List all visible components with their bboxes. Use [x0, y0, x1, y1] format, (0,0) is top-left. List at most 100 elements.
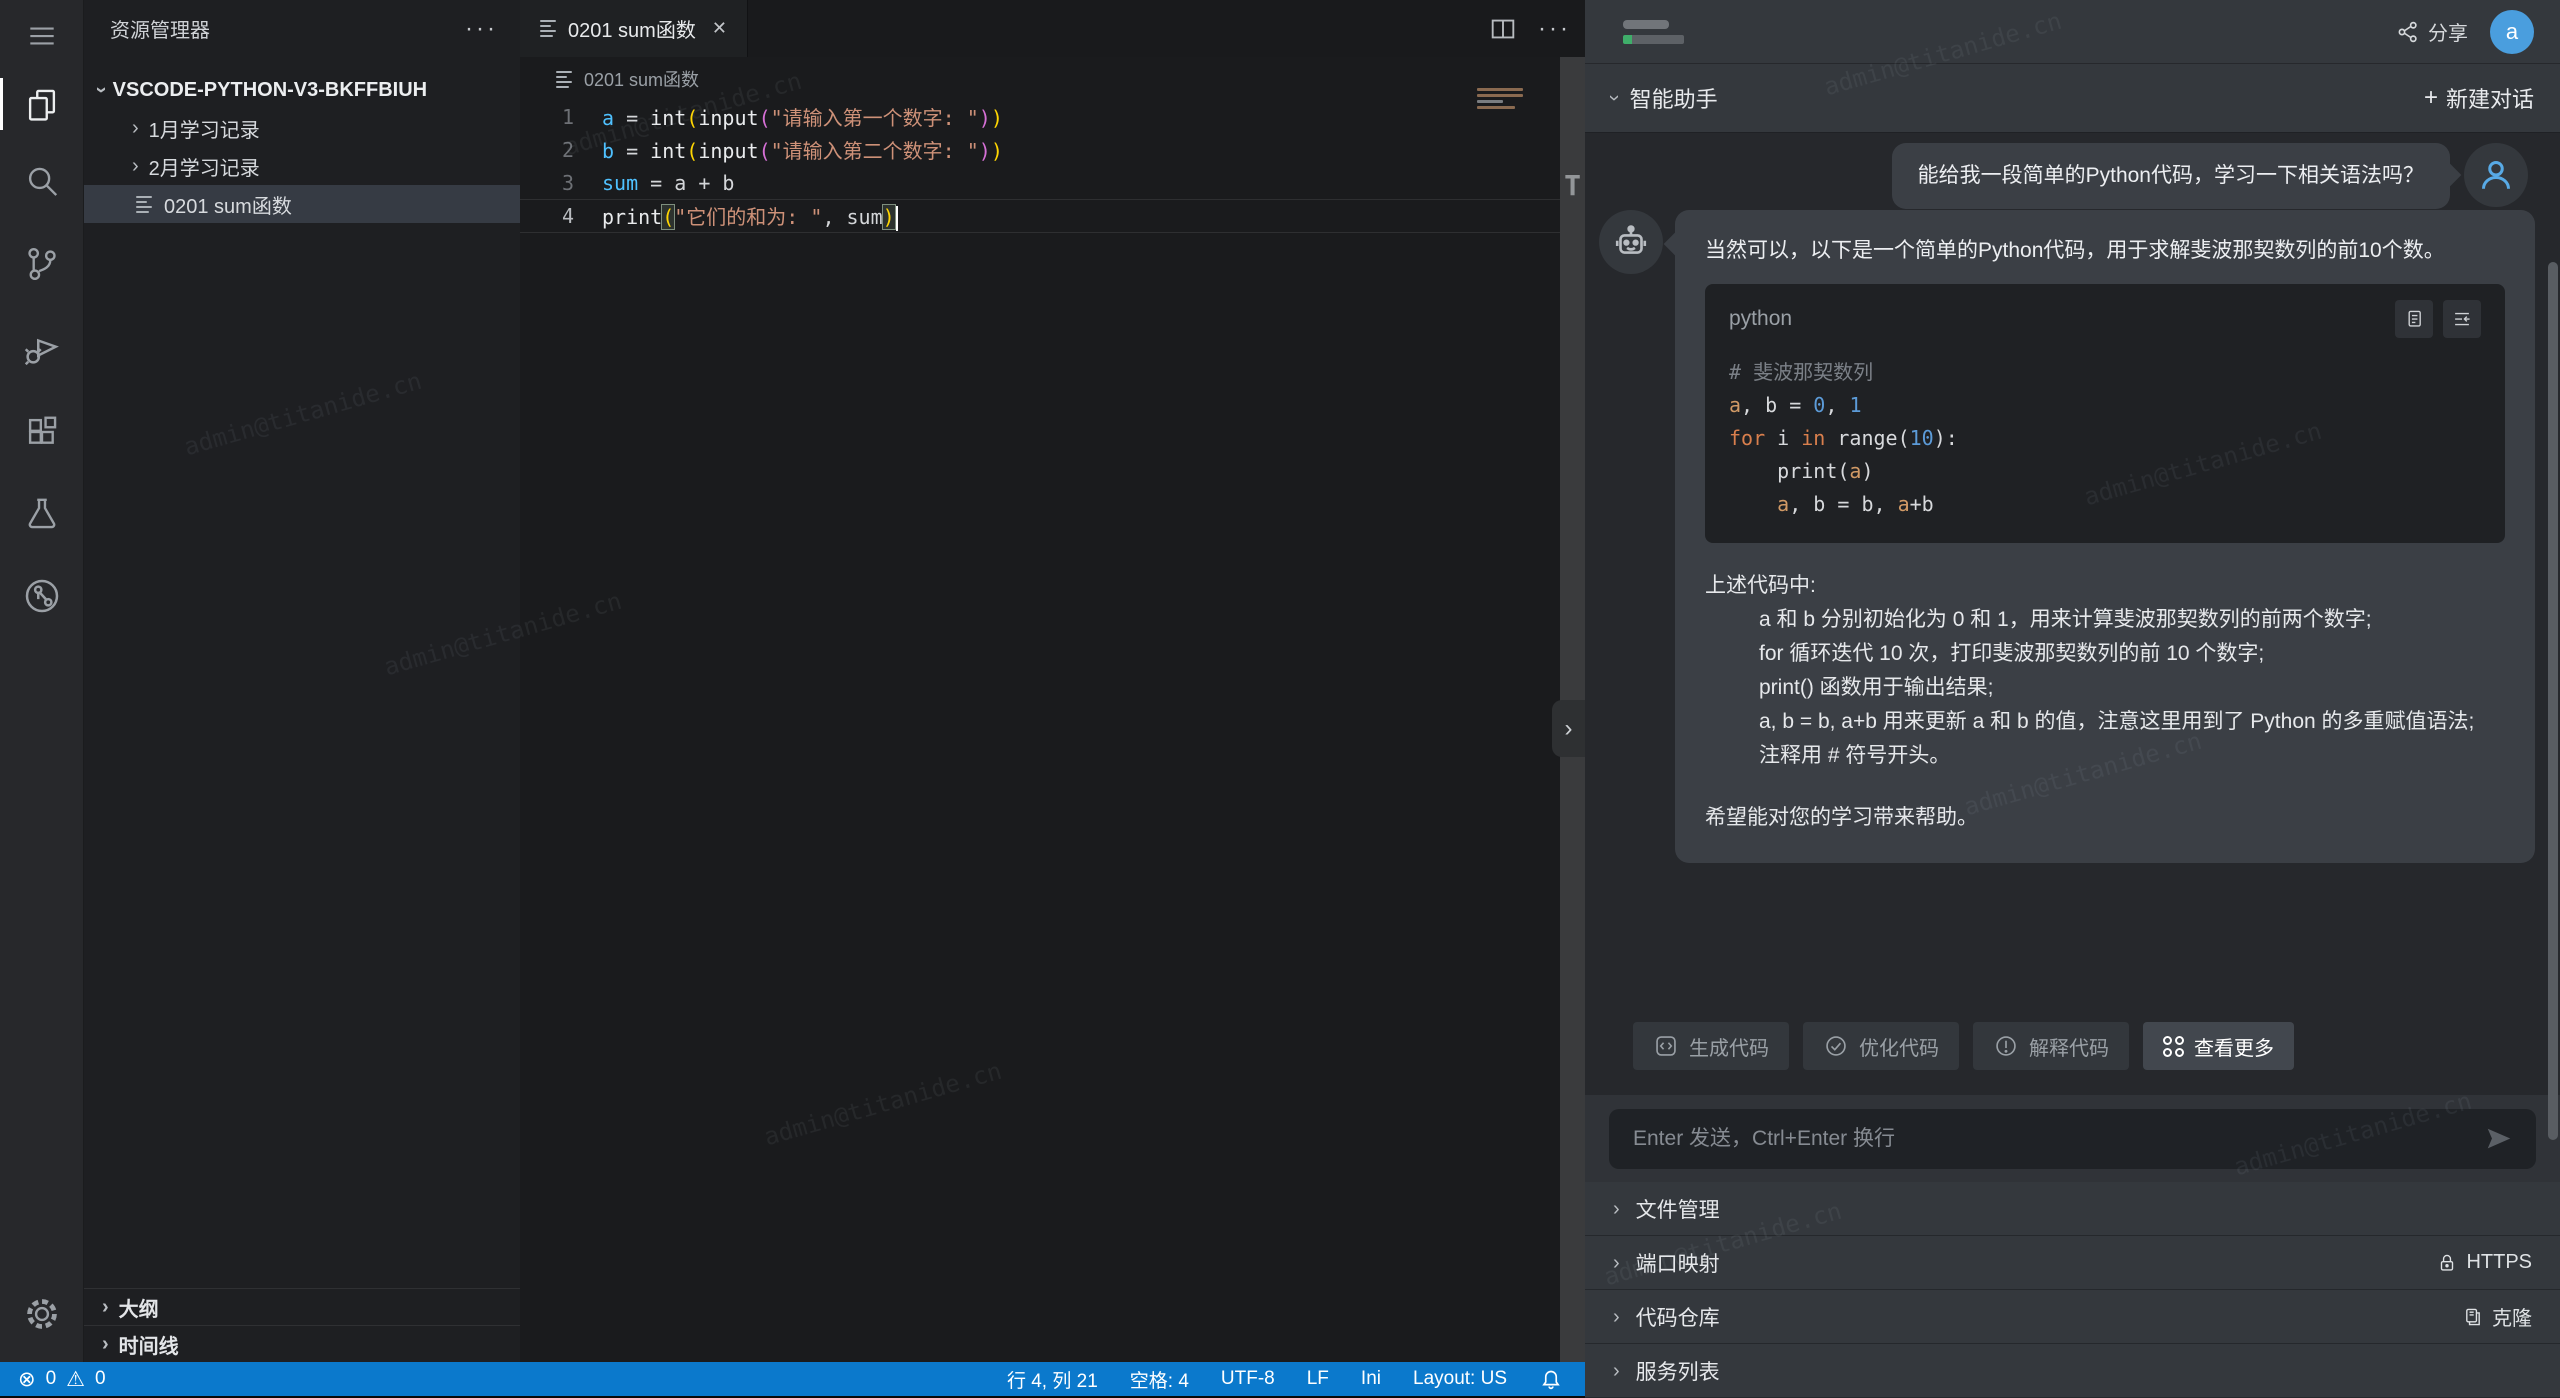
https-badge[interactable]: HTTPS — [2436, 1251, 2532, 1274]
chevron-right-icon: › — [102, 1334, 109, 1354]
explanation-item: for 循环迭代 10 次，打印斐波那契数列的前 10 个数字; — [1759, 637, 2505, 671]
send-icon[interactable] — [2484, 1124, 2514, 1154]
error-count: 0 — [46, 1368, 57, 1390]
bubble-tail — [2439, 164, 2462, 187]
code-editor[interactable]: 1 a = int(input("请输入第一个数字: ")) 2 b = int… — [520, 100, 1560, 232]
tab-bar: 0201 sum函数 ✕ ··· — [520, 0, 1585, 57]
outline-section[interactable]: › 大纲 — [84, 1288, 520, 1325]
share-button[interactable]: 分享 — [2396, 17, 2468, 46]
tree-root-folder[interactable]: › VSCODE-PYTHON-V3-BKFFBIUH — [84, 71, 520, 109]
gear-icon — [23, 1295, 61, 1333]
folder-label: 2月学习记录 — [149, 152, 260, 181]
user-avatar[interactable]: a — [2490, 10, 2534, 54]
file-label: 0201 sum函数 — [164, 190, 292, 219]
ide-window: 资源管理器 ··· › VSCODE-PYTHON-V3-BKFFBIUH › … — [0, 0, 2560, 1398]
view-more-button[interactable]: 查看更多 — [2143, 1022, 2294, 1070]
section-port-mapping[interactable]: › 端口映射 HTTPS — [1585, 1236, 2560, 1290]
source-control-icon — [23, 245, 61, 283]
sidebar-item-search[interactable] — [0, 146, 84, 218]
section-label: 代码仓库 — [1636, 1302, 2462, 1332]
folder-label: 1月学习记录 — [149, 114, 260, 143]
lock-icon — [2436, 1252, 2458, 1274]
assistant-title-group[interactable]: › 智能助手 — [1611, 82, 1718, 114]
text-cursor — [896, 206, 898, 231]
chat-input[interactable] — [1631, 1126, 2484, 1152]
activity-bar — [0, 0, 84, 1362]
grid-icon — [2163, 1036, 2184, 1057]
minimap[interactable] — [1477, 88, 1527, 112]
cursor-position[interactable]: 行 4, 列 21 — [1007, 1366, 1098, 1393]
chat-code-block: python # 斐波那契数列a, b = 0, 1for i in rang — [1705, 284, 2505, 543]
user-message-bubble: 能给我一段简单的Python代码，学习一下相关语法吗？ — [1892, 143, 2450, 209]
timeline-section[interactable]: › 时间线 — [84, 1325, 520, 1362]
explanation-item: print() 函数用于输出结果; — [1759, 671, 2505, 705]
language-mode[interactable]: Ini — [1361, 1368, 1381, 1390]
action-label: 优化代码 — [1859, 1032, 1939, 1061]
section-code-repo[interactable]: › 代码仓库 克隆 — [1585, 1290, 2560, 1344]
split-editor-icon[interactable] — [1488, 14, 1518, 44]
editor-more-button[interactable]: ··· — [1538, 15, 1571, 43]
chevron-right-icon: › — [132, 156, 139, 176]
sidebar-item-extensions[interactable] — [0, 396, 84, 468]
section-service-list[interactable]: › 服务列表 — [1585, 1344, 2560, 1398]
section-label: 端口映射 — [1636, 1248, 2437, 1278]
sidebar-item-remote[interactable] — [0, 560, 84, 632]
tree-item-folder[interactable]: › 2月学习记录 — [84, 147, 520, 185]
new-chat-button[interactable]: + 新建对话 — [2424, 82, 2534, 114]
encoding[interactable]: UTF-8 — [1221, 1368, 1275, 1390]
sidebar-item-testing[interactable] — [0, 478, 84, 550]
tree-item-file-selected[interactable]: 0201 sum函数 — [84, 185, 520, 223]
bell-icon[interactable] — [1539, 1367, 1563, 1391]
tab-0201-sum[interactable]: 0201 sum函数 ✕ — [520, 0, 748, 57]
code-line-1: 1 a = int(input("请输入第一个数字: ")) — [520, 100, 1560, 133]
chevron-right-icon: › — [1613, 1199, 1620, 1219]
generate-code-button[interactable]: 生成代码 — [1633, 1022, 1789, 1070]
explorer-more-button[interactable]: ··· — [465, 15, 498, 43]
menu-button[interactable] — [0, 0, 84, 72]
assistant-header: › 智能助手 + 新建对话 — [1585, 63, 2560, 133]
chevron-right-icon: › — [132, 118, 139, 138]
sidebar-item-source-control[interactable] — [0, 228, 84, 300]
settings-button[interactable] — [0, 1278, 84, 1350]
clone-badge[interactable]: 克隆 — [2462, 1302, 2532, 1331]
bubble-tail — [1664, 233, 1687, 256]
problems-status[interactable]: ⊗ 0 ⚠ 0 — [0, 1367, 106, 1392]
new-chat-label: 新建对话 — [2446, 82, 2534, 114]
optimize-code-button[interactable]: 优化代码 — [1803, 1022, 1959, 1070]
file-icon — [556, 71, 574, 88]
run-debug-icon — [22, 328, 62, 368]
explain-code-button[interactable]: 解释代码 — [1973, 1022, 2129, 1070]
insert-code-button[interactable] — [2443, 300, 2481, 338]
code-icon — [1653, 1033, 1679, 1059]
sidebar-item-run-debug[interactable] — [0, 312, 84, 384]
line-number: 3 — [520, 171, 602, 195]
file-icon — [136, 196, 154, 213]
share-icon — [2396, 20, 2420, 44]
tab-close-button[interactable]: ✕ — [712, 18, 727, 39]
tree-item-folder[interactable]: › 1月学习记录 — [84, 109, 520, 147]
keyboard-layout[interactable]: Layout: US — [1413, 1368, 1507, 1390]
editor-area: 0201 sum函数 ✕ ··· 0201 sum函数 1 a = int(in… — [520, 0, 1585, 1362]
panel-menu-placeholder[interactable] — [1623, 20, 1684, 44]
section-file-management[interactable]: › 文件管理 — [1585, 1182, 2560, 1236]
panel-scrollbar[interactable] — [2548, 262, 2558, 1140]
ai-intro-text: 当然可以，以下是一个简单的Python代码，用于求解斐波那契数列的前10个数。 — [1705, 234, 2505, 268]
assistant-panel: 分享 a › 智能助手 + 新建对话 能给我一段简单的Python代码，学习一下… — [1585, 0, 2560, 1398]
ai-message-row: 当然可以，以下是一个简单的Python代码，用于求解斐波那契数列的前10个数。 … — [1599, 210, 2535, 863]
files-icon — [23, 85, 61, 123]
expand-panel-button[interactable]: › — [1552, 700, 1585, 757]
explanation-item: a, b = b, a+b 用来更新 a 和 b 的值，注意这里用到了 Pyth… — [1759, 705, 2505, 739]
warning-count: 0 — [95, 1368, 106, 1390]
eol-setting[interactable]: LF — [1307, 1368, 1329, 1390]
breadcrumb[interactable]: 0201 sum函数 — [556, 66, 699, 92]
chevron-down-icon: › — [1611, 88, 1618, 108]
explorer-header: 资源管理器 ··· — [84, 0, 520, 53]
chat-input-box[interactable] — [1609, 1109, 2536, 1169]
breadcrumb-label: 0201 sum函数 — [584, 66, 699, 92]
indent-setting[interactable]: 空格: 4 — [1130, 1366, 1189, 1393]
copy-code-button[interactable] — [2395, 300, 2433, 338]
remote-branch-icon — [22, 576, 62, 616]
section-label: 服务列表 — [1636, 1356, 2532, 1386]
copy-icon — [2403, 308, 2425, 330]
sidebar-item-explorer[interactable] — [0, 68, 84, 140]
